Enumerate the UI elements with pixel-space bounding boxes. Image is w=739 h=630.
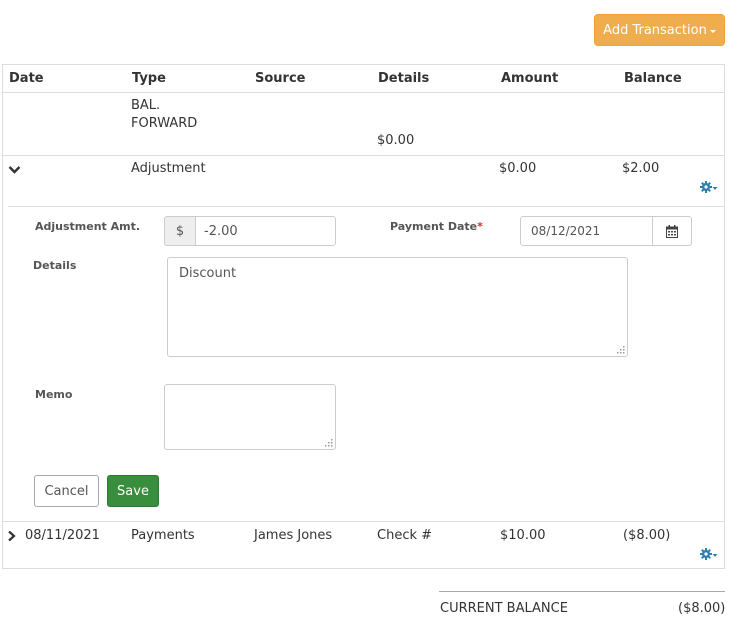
add-transaction-label: Add Transaction (603, 22, 707, 38)
payment-date-label-text: Payment Date (390, 220, 478, 233)
expanded-bottom-divider (3, 521, 724, 522)
payment-amount: $10.00 (500, 528, 546, 543)
resize-grip-icon[interactable] (325, 439, 333, 447)
adjustment-type: Adjustment (131, 161, 206, 176)
save-button[interactable]: Save (107, 475, 159, 507)
header-balance[interactable]: Balance (624, 71, 682, 86)
memo-textarea[interactable] (164, 384, 336, 450)
adjustment-amt-group: $ -2.00 (164, 216, 336, 246)
chevron-down-icon[interactable] (8, 165, 21, 175)
payment-details: Check # (377, 528, 433, 543)
required-mark: * (477, 220, 483, 233)
adjustment-balance: $2.00 (622, 161, 660, 176)
chevron-right-icon[interactable] (7, 530, 16, 542)
caret-down-icon (709, 30, 716, 33)
details-value: Discount (179, 266, 237, 281)
gear-icon[interactable] (700, 181, 718, 195)
current-balance-divider (439, 591, 725, 592)
currency-addon: $ (164, 216, 195, 246)
adjustment-amt-label: Adjustment Amt. (35, 220, 141, 233)
payment-date-group: 08/12/2021 (520, 216, 692, 246)
payment-type: Payments (131, 528, 195, 543)
expanded-divider (8, 206, 724, 207)
adjustment-amt-input[interactable]: -2.00 (195, 216, 336, 246)
header-amount[interactable]: Amount (501, 71, 558, 86)
header-details[interactable]: Details (378, 71, 429, 86)
payment-date-input[interactable]: 08/12/2021 (520, 216, 653, 246)
resize-grip-icon[interactable] (617, 346, 625, 354)
bal-forward-type-2: FORWARD (131, 116, 198, 131)
details-textarea[interactable]: Discount (167, 257, 628, 357)
bal-forward-type-1: BAL. (131, 98, 161, 113)
add-transaction-button[interactable]: Add Transaction (594, 14, 725, 46)
header-source[interactable]: Source (255, 71, 305, 86)
cancel-button[interactable]: Cancel (34, 475, 99, 507)
current-balance-value: ($8.00) (678, 601, 726, 616)
payment-source: James Jones (254, 528, 333, 543)
header-type[interactable]: Type (132, 71, 166, 86)
payment-date-label: Payment Date* (390, 220, 483, 233)
current-balance-label: CURRENT BALANCE (440, 601, 568, 616)
payment-date: 08/11/2021 (25, 528, 100, 543)
adjustment-amount: $0.00 (499, 161, 537, 176)
header-divider (3, 92, 724, 93)
details-label: Details (33, 259, 77, 272)
calendar-icon (666, 224, 678, 238)
payment-balance: ($8.00) (623, 528, 671, 543)
bal-forward-details: $0.00 (377, 133, 415, 148)
gear-icon[interactable] (700, 548, 718, 562)
memo-label: Memo (35, 388, 73, 401)
header-date[interactable]: Date (9, 71, 44, 86)
calendar-button[interactable] (653, 216, 692, 246)
